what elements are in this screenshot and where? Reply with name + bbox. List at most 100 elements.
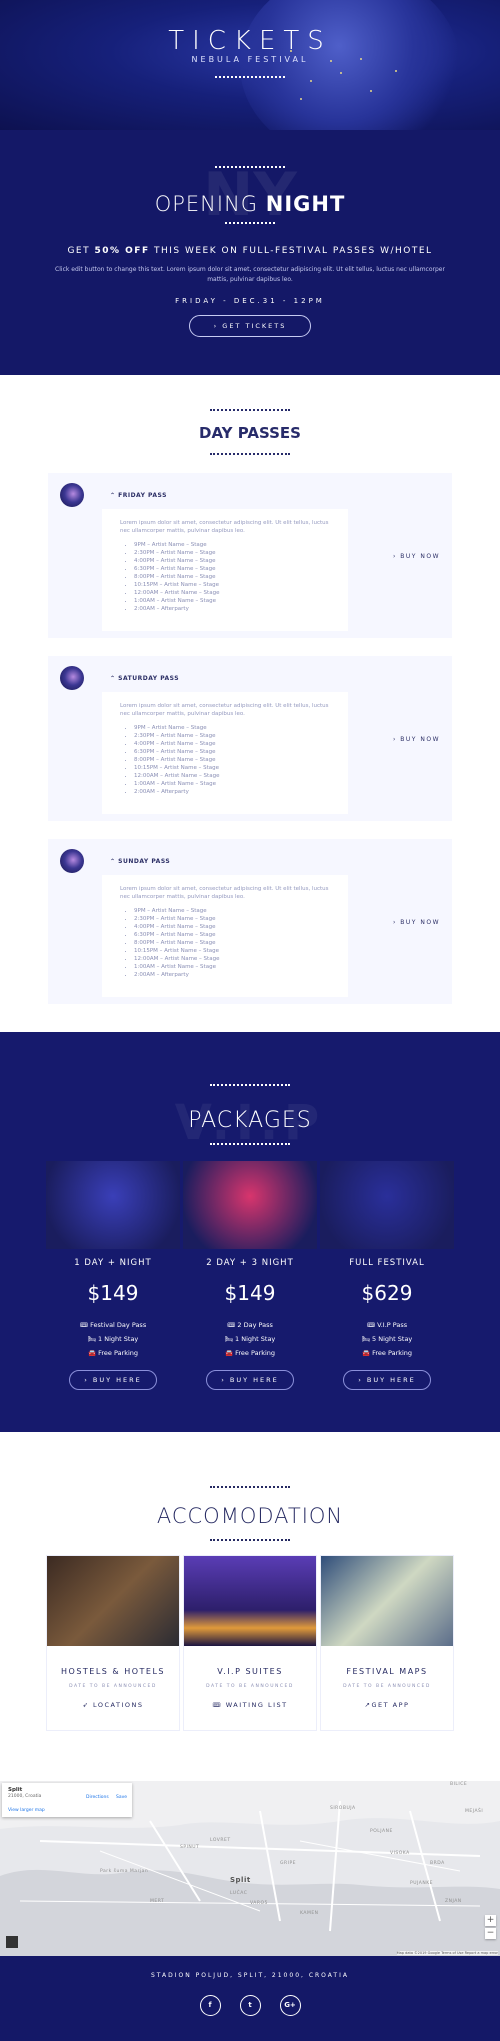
ghost-letters: NY [203,160,297,230]
schedule-item: 10:15PM – Artist Name – Stage [134,764,330,772]
schedule-item: 8:00PM – Artist Name – Stage [134,756,330,764]
divider [210,1486,290,1488]
pass-card: ⌃ SATURDAY PASS Lorem ipsum dolor sit am… [48,656,452,821]
map-label: ZNJAN [445,1899,462,1904]
map-thumbnail[interactable] [6,1936,18,1948]
pass-avatar [60,666,84,690]
pass-card: ⌃ FRIDAY PASS Lorem ipsum dolor sit amet… [48,473,452,638]
pass-name[interactable]: ⌃ FRIDAY PASS [110,492,167,499]
view-larger-map-link[interactable]: View larger map [8,1808,45,1813]
accomodation-link[interactable]: ↗GET APP [321,1701,453,1709]
package-image [183,1161,317,1249]
package-feature: 🎟 V.I.P Pass [366,1321,408,1329]
hero: TICKETS NEBULA FESTIVAL [0,0,500,130]
schedule-item: 2:00AM – Afterparty [134,788,330,796]
get-tickets-button[interactable]: › GET TICKETS [188,315,312,337]
accomodation-card: V.I.P SUITES DATE TO BE ANNOUNCED 🎟 WAIT… [183,1555,317,1731]
pass-details: Lorem ipsum dolor sit amet, consectetur … [102,875,348,997]
buy-here-button[interactable]: › BUY HERE [343,1370,431,1390]
schedule-item: 12:00AM – Artist Name – Stage [134,589,330,597]
opening-night-section: NY OPENING NIGHT GET 50% OFF THIS WEEK O… [0,130,500,375]
twitter-icon[interactable]: t [239,1995,261,2016]
map[interactable]: Split 21000, Croatia View larger map Dir… [0,1781,500,1956]
schedule-item: 1:00AM – Artist Name – Stage [134,780,330,788]
package-feature: 🎟 Festival Day Pass [79,1321,147,1329]
map-label: MERT [150,1899,165,1904]
accomodation-link[interactable]: 🎟 WAITING LIST [184,1701,316,1709]
accomodation-link[interactable]: ➶ LOCATIONS [47,1701,179,1709]
package-price: $149 [224,1281,276,1305]
package-card: 2 DAY + 3 NIGHT $149 🎟 2 Day Pass 🛏 1 Nig… [183,1161,317,1390]
buy-here-button[interactable]: › BUY HERE [206,1370,294,1390]
map-label: MEJAŠI [465,1809,484,1814]
map-label: SPINUT [180,1845,200,1850]
schedule-item: 4:00PM – Artist Name – Stage [134,923,330,931]
schedule-item: 2:00AM – Afterparty [134,605,330,613]
schedule-item: 8:00PM – Artist Name – Stage [134,939,330,947]
buy-here-button[interactable]: › BUY HERE [69,1370,157,1390]
zoom-out-button[interactable]: − [485,1928,496,1939]
day-passes-section: DAY PASSES ⌃ FRIDAY PASS Lorem ipsum dol… [0,375,500,1032]
schedule-item: 2:30PM – Artist Name – Stage [134,732,330,740]
accomodation-name: FESTIVAL MAPS [346,1667,428,1676]
footer: STADION POLJUD, SPLIT, 21000, CROATIA f … [0,1956,500,2041]
google-plus-icon[interactable]: G+ [279,1995,301,2016]
buy-now-button[interactable]: › BUY NOW [393,919,440,926]
package-feature: 🚘 Free Parking [87,1349,139,1357]
package-price: $629 [361,1281,413,1305]
map-label: LUČAC [230,1891,248,1896]
map-attribution: Map data ©2019 Google Terms of Use Repor… [396,1951,498,1955]
package-image [46,1161,180,1249]
divider [210,453,290,455]
day-passes-title: DAY PASSES [199,424,301,442]
accomodation-note: DATE TO BE ANNOUNCED [343,1684,431,1689]
map-label: KAMEN [300,1911,319,1916]
save-link[interactable]: Save [116,1795,127,1800]
divider [210,409,290,411]
ghost-letters: V.I.P [174,1095,326,1151]
pass-name[interactable]: ⌃ SUNDAY PASS [110,858,170,865]
schedule-item: 6:30PM – Artist Name – Stage [134,565,330,573]
map-label: POLJANE [370,1829,393,1834]
package-name: 1 DAY + NIGHT [74,1258,152,1268]
schedule-item: 4:00PM – Artist Name – Stage [134,557,330,565]
schedule-item: 6:30PM – Artist Name – Stage [134,931,330,939]
schedule-item: 9PM – Artist Name – Stage [134,907,330,915]
schedule-item: 2:30PM – Artist Name – Stage [134,549,330,557]
facebook-icon[interactable]: f [199,1995,221,2016]
footer-address: STADION POLJUD, SPLIT, 21000, CROATIA [151,1972,349,1979]
accomodation-image [321,1556,453,1646]
divider [210,1539,290,1541]
package-feature: 🛏 1 Night Stay [224,1335,276,1343]
package-feature: 🚘 Free Parking [224,1349,276,1357]
directions-link[interactable]: Directions [86,1795,109,1800]
schedule-item: 1:00AM – Artist Name – Stage [134,597,330,605]
map-label: LOVRET [210,1838,231,1843]
accomodation-image [47,1556,179,1646]
zoom-in-button[interactable]: + [485,1915,496,1926]
pass-details: Lorem ipsum dolor sit amet, consectetur … [102,509,348,631]
buy-now-button[interactable]: › BUY NOW [393,736,440,743]
pass-name[interactable]: ⌃ SATURDAY PASS [110,675,179,682]
package-name: 2 DAY + 3 NIGHT [206,1258,294,1268]
map-label: BRDA [430,1861,445,1866]
map-label: BILICE [450,1782,468,1787]
map-place-name: Split [8,1787,23,1793]
packages-section: V.I.P PACKAGES 1 DAY + NIGHT $149 🎟 Fest… [0,1032,500,1432]
opening-description: Click edit button to change this text. L… [55,266,445,283]
package-card: 1 DAY + NIGHT $149 🎟 Festival Day Pass 🛏 … [46,1161,180,1390]
map-info-card: Split 21000, Croatia View larger map Dir… [2,1783,132,1817]
accomodation-note: DATE TO BE ANNOUNCED [69,1684,157,1689]
package-name: FULL FESTIVAL [349,1258,425,1268]
buy-now-button[interactable]: › BUY NOW [393,553,440,560]
map-label: GRIPE [280,1861,296,1866]
schedule-item: 12:00AM – Artist Name – Stage [134,772,330,780]
accomodation-name: V.I.P SUITES [217,1667,283,1676]
pass-intro: Lorem ipsum dolor sit amet, consectetur … [120,886,329,900]
page-subtitle: NEBULA FESTIVAL [191,55,309,64]
package-feature: 🛏 5 Night Stay [361,1335,413,1343]
accomodation-card: FESTIVAL MAPS DATE TO BE ANNOUNCED ↗GET … [320,1555,454,1731]
map-label: SIROBUJA [330,1806,356,1811]
pass-card: ⌃ SUNDAY PASS Lorem ipsum dolor sit amet… [48,839,452,1004]
map-label: Park šuma Marjan [100,1869,149,1874]
